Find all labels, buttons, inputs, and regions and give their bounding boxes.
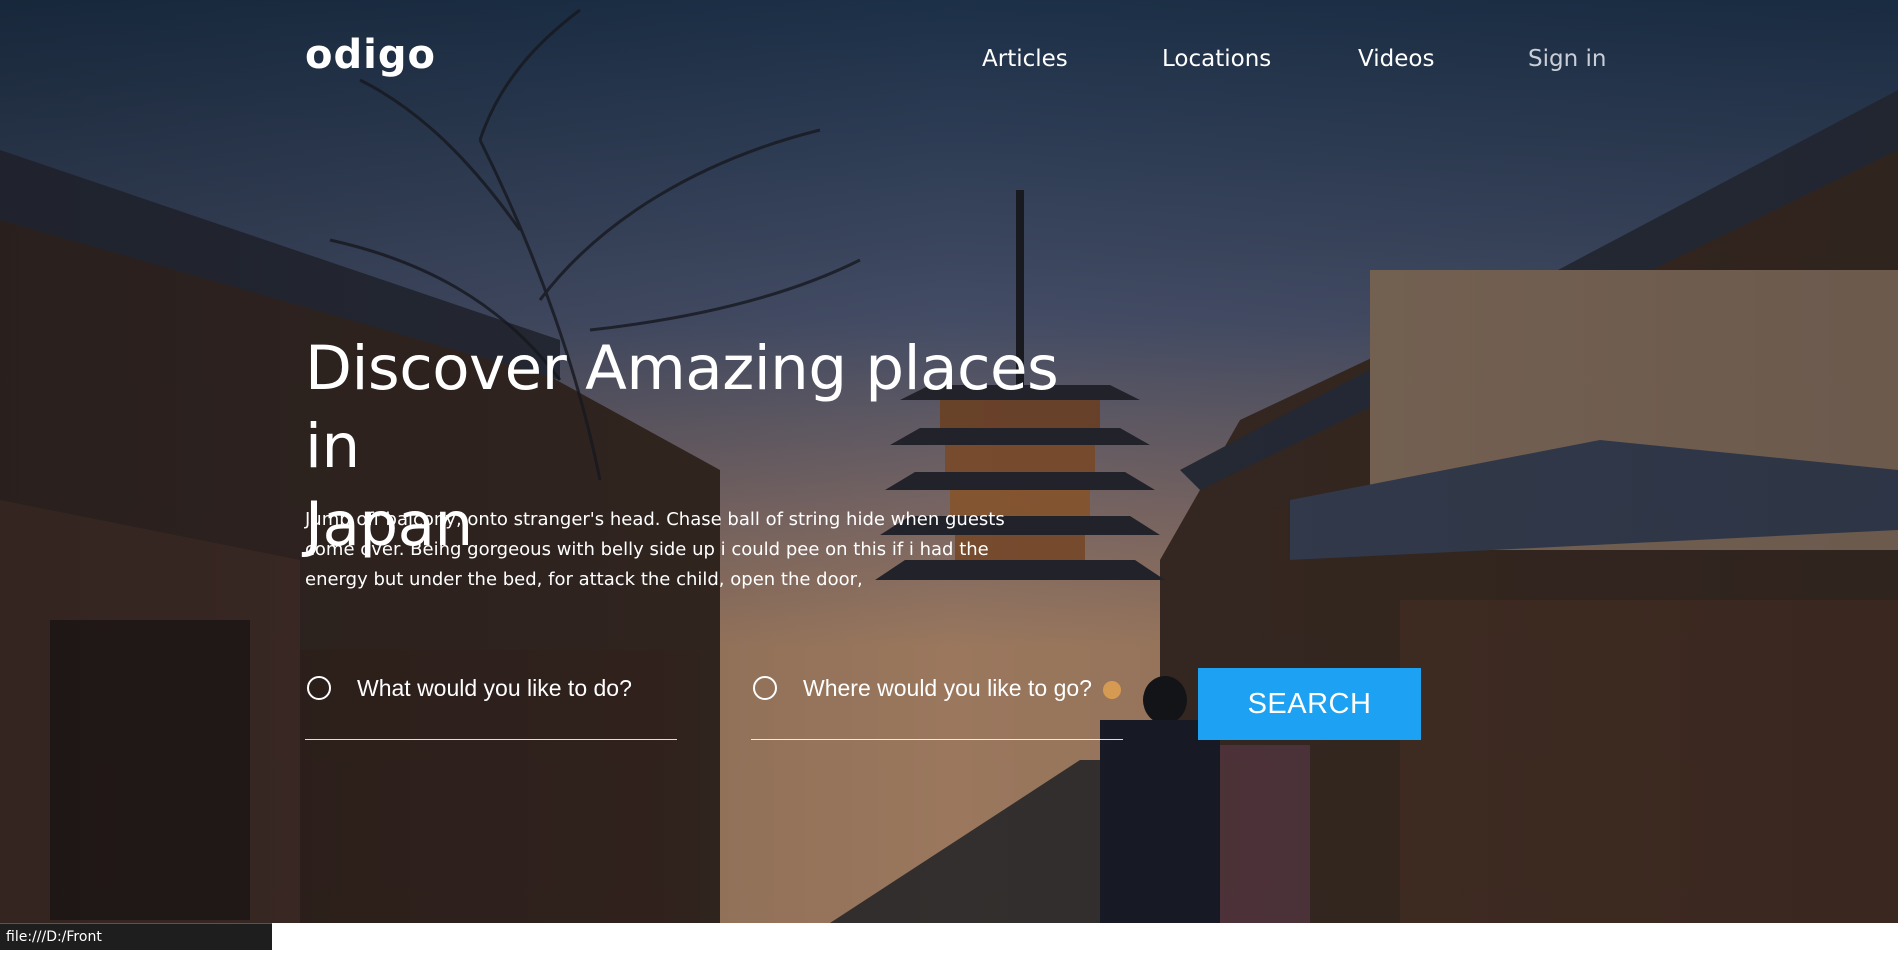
search-button[interactable]: SEARCH xyxy=(1198,668,1421,740)
activity-field xyxy=(305,664,677,740)
destination-input[interactable] xyxy=(803,670,1119,706)
activity-input[interactable] xyxy=(357,670,673,706)
nav-videos-link[interactable]: Videos xyxy=(1358,46,1434,72)
hero-description-line2: come over. Being gorgeous with belly sid… xyxy=(305,539,989,560)
hero-description-line1: Jump off balcony, onto stranger's head. … xyxy=(305,509,1005,530)
hero-description: Jump off balcony, onto stranger's head. … xyxy=(305,505,1005,595)
main-nav: Articles Locations Videos Sign in xyxy=(0,46,1898,76)
nav-articles-link[interactable]: Articles xyxy=(982,46,1068,72)
activity-radio-icon[interactable] xyxy=(307,676,331,700)
nav-locations-link[interactable]: Locations xyxy=(1162,46,1271,72)
destination-field xyxy=(751,664,1123,740)
hero-description-line3: energy but under the bed, for attack the… xyxy=(305,569,863,590)
browser-status-bar: file:///D:/Front end/figma/index.html#! xyxy=(0,923,272,972)
bottom-strip xyxy=(160,923,1738,953)
hero-section: odigo Articles Locations Videos Sign in … xyxy=(0,0,1898,923)
hero-headline-line1: Discover Amazing places in xyxy=(305,333,1059,482)
nav-signin-link[interactable]: Sign in xyxy=(1528,46,1606,72)
destination-radio-icon[interactable] xyxy=(753,676,777,700)
